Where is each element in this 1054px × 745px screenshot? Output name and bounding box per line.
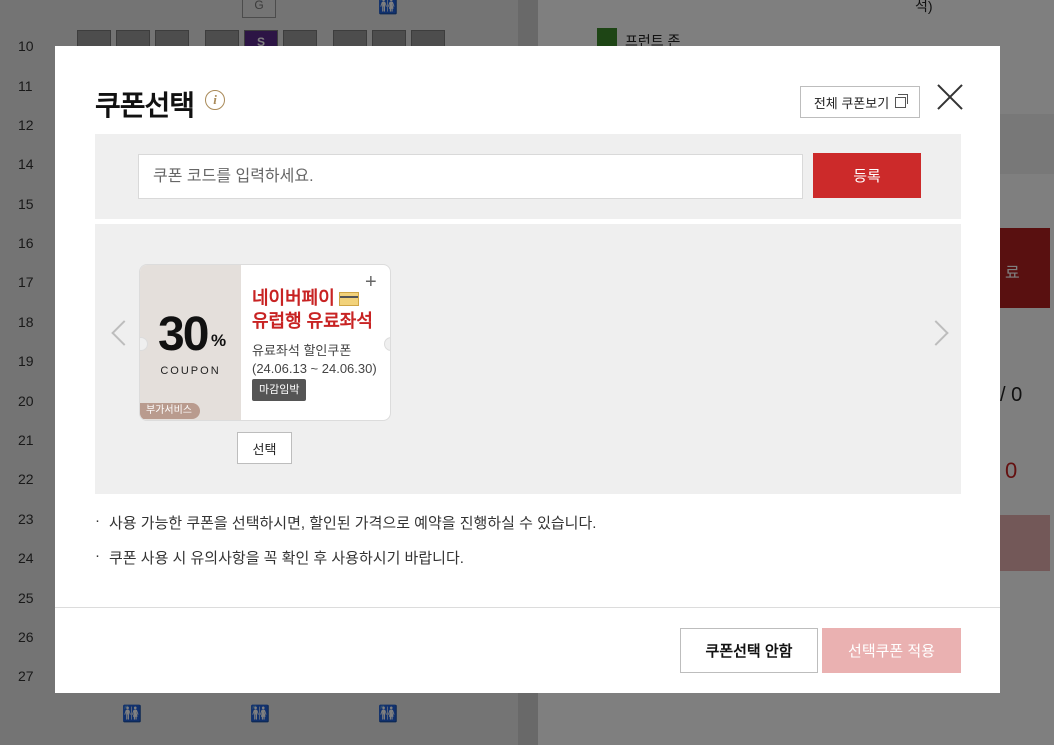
coupon-code-input[interactable] — [138, 154, 803, 199]
coupon-validity: (24.06.13 ~ 24.06.30) — [252, 361, 377, 376]
no-coupon-button[interactable]: 쿠폰선택 안함 — [680, 628, 818, 673]
note-item: 사용 가능한 쿠폰을 선택하시면, 할인된 가격으로 예약을 진행하실 수 있습… — [95, 512, 596, 533]
new-window-icon — [895, 93, 909, 108]
chevron-right-icon[interactable] — [923, 320, 949, 346]
info-icon[interactable]: i — [205, 90, 225, 110]
coupon-desc-line1: 유료좌석 할인쿠폰 — [252, 343, 352, 358]
register-button[interactable]: 등록 — [813, 153, 921, 198]
note-item: 쿠폰 사용 시 유의사항을 꼭 확인 후 사용하시기 바랍니다. — [95, 547, 596, 568]
coupon-discount-value: 30 — [158, 308, 209, 361]
coupon-word: COUPON — [160, 365, 221, 377]
coupon-card[interactable]: 30 % COUPON 부가서비스 네이버페이 유럽행 유료좌석 + 유료좌석 … — [139, 264, 391, 421]
coupon-name: 네이버페이 유럽행 유료좌석 — [252, 287, 378, 333]
select-coupon-button[interactable]: 선택 — [237, 432, 292, 464]
coupon-category-tag: 부가서비스 — [140, 403, 200, 419]
modal-title: 쿠폰선택 — [95, 90, 195, 121]
coupon-notch — [384, 337, 390, 351]
credit-card-icon — [338, 292, 359, 307]
coupon-description: 유료좌석 할인쿠폰 (24.06.13 ~ 24.06.30) — [252, 342, 377, 378]
plus-icon[interactable]: + — [365, 271, 377, 294]
view-all-coupons-button[interactable]: 전체 쿠폰보기 — [800, 86, 920, 118]
coupon-notes: 사용 가능한 쿠폰을 선택하시면, 할인된 가격으로 예약을 진행하실 수 있습… — [95, 512, 596, 582]
coupon-discount-unit: % — [211, 331, 227, 350]
apply-coupon-button[interactable]: 선택쿠폰 적용 — [822, 628, 961, 673]
close-icon[interactable] — [935, 82, 965, 112]
chevron-left-icon[interactable] — [111, 320, 137, 346]
coupon-discount-panel: 30 % COUPON 부가서비스 — [140, 265, 241, 420]
coupon-code-section: 등록 — [95, 134, 961, 219]
footer-divider — [55, 607, 1000, 608]
coupon-name-line2: 유럽행 유료좌석 — [252, 311, 373, 331]
coupon-carousel: 30 % COUPON 부가서비스 네이버페이 유럽행 유료좌석 + 유료좌석 … — [95, 224, 961, 494]
coupon-select-modal: 쿠폰선택 i 전체 쿠폰보기 등록 30 % COUPON 부가서비스 네이버페… — [55, 46, 1000, 693]
closing-soon-badge: 마감임박 — [252, 379, 307, 401]
view-all-coupons-label: 전체 쿠폰보기 — [813, 95, 890, 111]
coupon-name-line1: 네이버페이 — [252, 288, 335, 308]
